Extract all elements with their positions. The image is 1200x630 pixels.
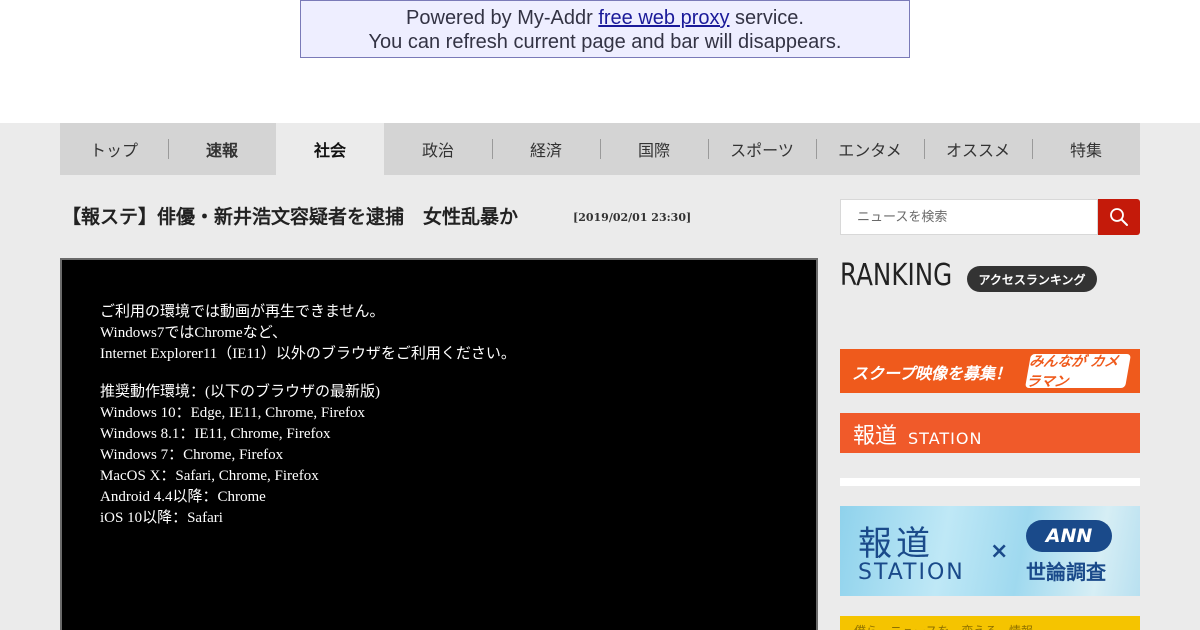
magnifier-icon bbox=[1110, 208, 1128, 226]
nav-item-recommended[interactable]: オススメ bbox=[924, 123, 1032, 175]
proxy-line-2: You can refresh current page and bar wil… bbox=[368, 31, 842, 53]
nav-item-top[interactable]: トップ bbox=[60, 123, 168, 175]
env-line: Android 4.4以降：Chrome bbox=[100, 489, 266, 505]
scoop-banner-text: スクープ映像を募集！ bbox=[852, 364, 1012, 383]
video-player[interactable]: ご利用の環境では動画が再生できません。 Windows7ではChromeなど、 … bbox=[60, 258, 818, 630]
times-icon: × bbox=[990, 539, 1009, 564]
minna-cameraman-logo: みんなが カメラマン bbox=[1025, 354, 1131, 390]
message-line: ご利用の環境では動画が再生できません。 bbox=[100, 304, 385, 320]
ann-logo: ANN bbox=[1026, 520, 1112, 552]
env-line: Windows 8.1：IE11, Chrome, Firefox bbox=[100, 426, 331, 442]
ann-poll-banner[interactable]: 報道 STATION × ANN 世論調査 bbox=[840, 506, 1140, 596]
news-search bbox=[840, 199, 1140, 235]
yellow-banner[interactable]: 僕ら ニュースを 変える 情報 bbox=[840, 616, 1140, 630]
hodo-kanji: 報道 bbox=[853, 424, 898, 449]
blank-banner bbox=[840, 478, 1140, 486]
free-web-proxy-link[interactable]: free web proxy bbox=[598, 7, 729, 29]
ranking-title: RANKING bbox=[840, 258, 953, 293]
nav-item-society[interactable]: 社会 bbox=[276, 123, 384, 175]
nav-item-economy[interactable]: 経済 bbox=[492, 123, 600, 175]
nav-item-politics[interactable]: 政治 bbox=[384, 123, 492, 175]
env-line: Windows 7：Chrome, Firefox bbox=[100, 447, 284, 463]
article-timestamp: [2019/02/01 23:30] bbox=[573, 211, 692, 224]
env-line: MacOS X：Safari, Chrome, Firefox bbox=[100, 468, 319, 484]
scoop-video-banner[interactable]: スクープ映像を募集！ みんなが カメラマン bbox=[840, 349, 1140, 393]
message-line: Internet Explorer11（IE11）以外のブラウザをご利用ください… bbox=[100, 346, 516, 362]
ann-poll-label: 世論調査 bbox=[1026, 560, 1106, 584]
env-line: iOS 10以降：Safari bbox=[100, 510, 223, 526]
nav-item-breaking[interactable]: 速報 bbox=[168, 123, 276, 175]
proxy-area: Powered by My-Addr free web proxy servic… bbox=[0, 0, 1200, 123]
unsupported-message: ご利用の環境では動画が再生できません。 Windows7ではChromeなど、 … bbox=[100, 302, 816, 365]
ann-banner-kanji: 報道 bbox=[858, 524, 934, 564]
message-line: Windows7ではChromeなど、 bbox=[100, 325, 287, 341]
nav-item-international[interactable]: 国際 bbox=[600, 123, 708, 175]
ann-banner-latin: STATION bbox=[858, 560, 965, 585]
proxy-line-1: Powered by My-Addr free web proxy servic… bbox=[406, 7, 804, 29]
main-nav: トップ 速報 社会 政治 経済 国際 スポーツ エンタメ オススメ 特集 bbox=[60, 123, 1140, 175]
env-line: Windows 10：Edge, IE11, Chrome, Firefox bbox=[100, 405, 366, 421]
search-input[interactable] bbox=[840, 199, 1098, 235]
nav-item-entertainment[interactable]: エンタメ bbox=[816, 123, 924, 175]
recommended-environment: 推奨動作環境：(以下のブラウザの最新版) Windows 10：Edge, IE… bbox=[100, 382, 816, 529]
env-line: 推奨動作環境：(以下のブラウザの最新版) bbox=[100, 384, 380, 400]
hodo-latin: STATION bbox=[908, 429, 983, 448]
article-title: 【報ステ】俳優・新井浩文容疑者を逮捕 女性乱暴か bbox=[62, 206, 519, 228]
nav-item-features[interactable]: 特集 bbox=[1032, 123, 1140, 175]
ranking-subtitle-badge: アクセスランキング bbox=[967, 266, 1097, 292]
hodo-station-banner[interactable]: 報道 STATION bbox=[840, 413, 1140, 453]
yellow-banner-text: 僕ら ニュースを 変える 情報 bbox=[854, 622, 1033, 630]
proxy-notice-bar: Powered by My-Addr free web proxy servic… bbox=[300, 0, 910, 58]
nav-item-sports[interactable]: スポーツ bbox=[708, 123, 816, 175]
search-button[interactable] bbox=[1098, 199, 1140, 235]
